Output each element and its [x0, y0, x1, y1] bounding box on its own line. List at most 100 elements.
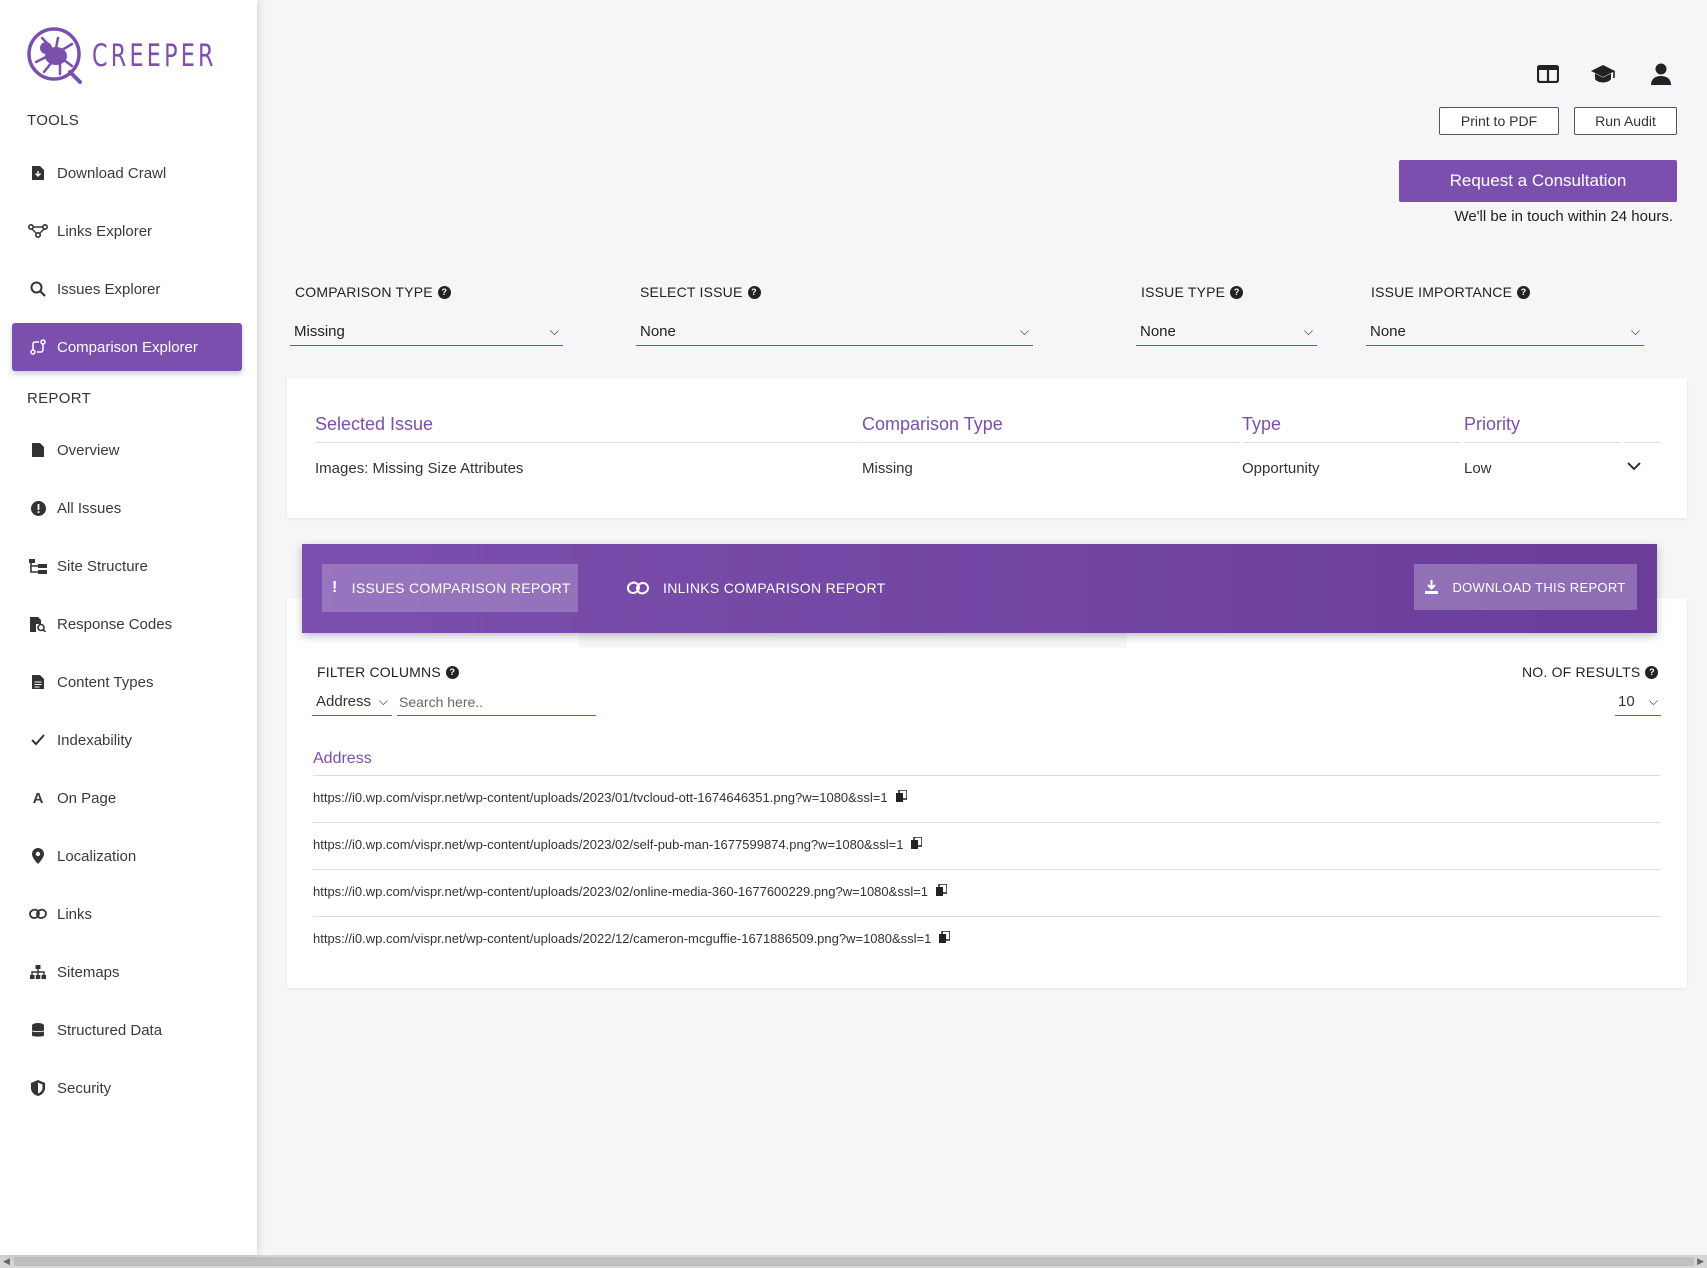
help-icon[interactable]: ?: [747, 285, 761, 299]
request-consultation-button[interactable]: Request a Consultation: [1399, 160, 1677, 202]
address-value[interactable]: https://i0.wp.com/vispr.net/wp-content/u…: [313, 884, 928, 899]
filter-columns-text: FILTER COLUMNS: [317, 664, 441, 680]
sidebar-item-label: Overview: [57, 441, 120, 459]
col-header-priority: Priority: [1464, 414, 1521, 434]
map-pin-icon: [27, 848, 49, 864]
sidebar-item-label: Sitemaps: [57, 963, 120, 981]
horizontal-scrollbar[interactable]: ◀ ▶: [0, 1255, 1707, 1268]
download-report-button[interactable]: DOWNLOAD THIS REPORT: [1414, 564, 1637, 610]
sidebar-item-localization[interactable]: Localization: [12, 832, 242, 880]
filter-column-select[interactable]: Address ⌵: [312, 688, 392, 716]
copy-icon[interactable]: [939, 930, 952, 946]
expand-chevron-icon[interactable]: [1627, 458, 1641, 475]
address-value[interactable]: https://i0.wp.com/vispr.net/wp-content/u…: [313, 931, 931, 946]
sidebar-item-label: Issues Explorer: [57, 280, 161, 298]
select-issue-label: SELECT ISSUE?: [640, 284, 761, 300]
run-audit-button[interactable]: Run Audit: [1574, 107, 1677, 135]
col-header-selected-issue: Selected Issue: [315, 414, 434, 434]
header-divider: [315, 442, 860, 443]
no-of-results-label: NO. OF RESULTS?: [1522, 664, 1659, 680]
help-icon[interactable]: ?: [445, 665, 459, 679]
print-to-pdf-button[interactable]: Print to PDF: [1439, 107, 1559, 135]
sidebar-item-sitemaps[interactable]: Sitemaps: [12, 948, 242, 996]
issue-importance-select[interactable]: None ⌵: [1366, 318, 1644, 346]
filter-column-value: Address: [316, 693, 372, 710]
tab-issues-comparison-report[interactable]: ! ISSUES COMPARISON REPORT: [322, 564, 578, 612]
search-input[interactable]: [397, 688, 596, 716]
logo[interactable]: CREEPER: [26, 26, 248, 86]
sidebar-item-site-structure[interactable]: Site Structure: [12, 542, 242, 590]
sidebar-item-indexability[interactable]: Indexability: [12, 716, 242, 764]
sidebar-item-links[interactable]: Links: [12, 890, 242, 938]
comparison-type-label-text: COMPARISON TYPE: [295, 284, 433, 300]
check-icon: [27, 734, 49, 746]
results-count-value: 10: [1618, 693, 1635, 710]
sidebar-item-label: Download Crawl: [57, 164, 167, 182]
issue-importance-label-text: ISSUE IMPORTANCE: [1371, 284, 1513, 300]
download-label: DOWNLOAD THIS REPORT: [1452, 579, 1626, 595]
graduation-cap-icon[interactable]: [1589, 60, 1617, 88]
sidebar-item-all-issues[interactable]: All Issues: [12, 484, 242, 532]
table-divider: [313, 869, 1661, 870]
copy-icon[interactable]: [911, 836, 924, 852]
file-icon: [27, 443, 49, 457]
sidebar-item-label: Indexability: [57, 731, 133, 749]
select-issue-select[interactable]: None ⌵: [636, 318, 1033, 346]
help-icon[interactable]: ?: [1645, 665, 1659, 679]
columns-layout-icon[interactable]: [1534, 60, 1562, 88]
sidebar-item-content-types[interactable]: Content Types: [12, 658, 242, 706]
header-divider: [1624, 442, 1661, 443]
tools-section-label: TOOLS: [27, 112, 80, 129]
sidebar-item-structured-data[interactable]: Structured Data: [12, 1006, 242, 1054]
chevron-down-icon: ⌵: [1630, 324, 1640, 338]
copy-icon[interactable]: [895, 789, 908, 805]
help-icon[interactable]: ?: [1517, 285, 1531, 299]
chevron-down-icon: ⌵: [1019, 324, 1029, 338]
issue-type-value: None: [1140, 323, 1176, 340]
scrollbar-thumb[interactable]: [14, 1257, 1694, 1266]
tab-inlinks-comparison-report[interactable]: INLINKS COMPARISON REPORT: [627, 564, 885, 612]
sidebar: CREEPER TOOLS Download Crawl Links Explo…: [0, 0, 257, 1255]
scroll-left-arrow-icon[interactable]: ◀: [3, 1256, 10, 1267]
copy-icon[interactable]: [936, 883, 948, 899]
report-tab-bar: ! ISSUES COMPARISON REPORT INLINKS COMPA…: [302, 544, 1657, 633]
comparison-type-select[interactable]: Missing ⌵: [290, 318, 563, 346]
scroll-right-arrow-icon[interactable]: ▶: [1697, 1256, 1704, 1267]
comparison-type-value: Missing: [862, 460, 913, 477]
sidebar-item-label: Response Codes: [57, 615, 173, 633]
select-issue-value: None: [640, 323, 676, 340]
user-icon[interactable]: [1647, 60, 1675, 88]
help-icon[interactable]: ?: [1230, 285, 1244, 299]
sidebar-item-overview[interactable]: Overview: [12, 426, 242, 474]
alert-circle-icon: [27, 500, 49, 516]
issue-type-select[interactable]: None ⌵: [1136, 318, 1317, 346]
brand-name: CREEPER: [92, 38, 217, 74]
sidebar-item-links-explorer[interactable]: Links Explorer: [12, 207, 242, 255]
consultation-note: We'll be in touch within 24 hours.: [1454, 208, 1673, 225]
sidebar-item-issues-explorer[interactable]: Issues Explorer: [12, 265, 242, 313]
table-divider: [313, 775, 1661, 776]
file-text-icon: [27, 675, 49, 689]
results-count-select[interactable]: 10 ⌵: [1615, 688, 1661, 716]
table-row: https://i0.wp.com/vispr.net/wp-content/u…: [313, 930, 952, 946]
address-column-header[interactable]: Address: [313, 750, 372, 768]
sidebar-item-download-crawl[interactable]: Download Crawl: [12, 149, 242, 197]
sidebar-item-response-codes[interactable]: Response Codes: [12, 600, 242, 648]
compare-icon: [27, 339, 49, 355]
header-divider: [1242, 442, 1462, 443]
chevron-down-icon: ⌵: [378, 694, 388, 708]
address-value[interactable]: https://i0.wp.com/vispr.net/wp-content/u…: [313, 837, 903, 852]
chevron-down-icon: ⌵: [1303, 324, 1313, 338]
sidebar-item-comparison-explorer[interactable]: Comparison Explorer: [12, 323, 242, 371]
sitemap-icon: [27, 965, 49, 979]
help-icon[interactable]: ?: [437, 285, 451, 299]
priority-value: Low: [1464, 460, 1492, 477]
sidebar-item-label: Content Types: [57, 673, 154, 691]
col-header-comparison-type: Comparison Type: [862, 414, 1003, 434]
sidebar-item-security[interactable]: Security: [12, 1064, 242, 1112]
creeper-spider-logo-icon: [27, 27, 82, 84]
address-value[interactable]: https://i0.wp.com/vispr.net/wp-content/u…: [313, 790, 888, 805]
sidebar-item-label: Links: [57, 905, 93, 923]
sidebar-item-on-page[interactable]: A On Page: [12, 774, 242, 822]
issue-type-label: ISSUE TYPE?: [1141, 284, 1244, 300]
